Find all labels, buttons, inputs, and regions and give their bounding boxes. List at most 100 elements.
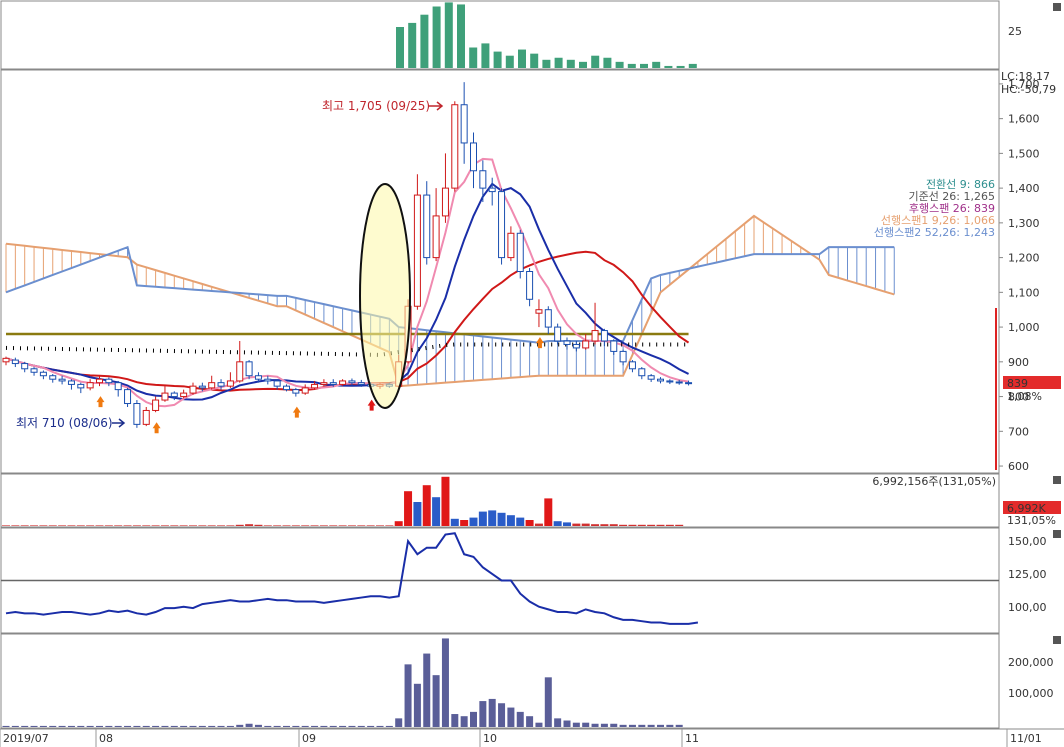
candle-body <box>628 361 636 370</box>
candle-body <box>283 385 290 391</box>
panel-frames <box>0 0 1064 730</box>
volume-bar <box>647 524 656 526</box>
candle-body <box>563 340 571 345</box>
bottom-bar <box>133 725 141 727</box>
osc-tick-label: 125,00 <box>1008 568 1047 581</box>
top-bar <box>615 61 624 68</box>
bottom-bar <box>582 722 590 727</box>
bottom-bar <box>208 725 216 727</box>
top-bar <box>432 6 441 68</box>
bottom-bar <box>245 723 253 727</box>
volume-bar <box>357 525 366 526</box>
volume-bar <box>404 491 413 526</box>
volume-bar <box>198 525 207 526</box>
price-tick-label: 1,300 <box>1008 217 1040 230</box>
low-annotation: 최저 710 (08/06) <box>16 416 113 430</box>
bottom-bar <box>236 724 244 727</box>
bottom-bar <box>114 725 122 727</box>
hc-label: HC:-50,79 <box>1001 83 1056 96</box>
bottom-tick-label: 100,000 <box>1008 687 1054 700</box>
bottom-bar <box>666 724 674 727</box>
leading-span-2 <box>5 245 895 344</box>
bottom-bar <box>376 725 384 727</box>
volume-bar <box>488 510 497 526</box>
date-label: 11/01 <box>1010 732 1042 745</box>
bottom-bar <box>2 725 10 727</box>
candle-body <box>142 409 150 425</box>
candle-body <box>311 383 319 389</box>
candle-body <box>339 380 347 385</box>
bottom-bar <box>49 725 57 727</box>
candle-body <box>441 187 449 217</box>
candle-body <box>357 382 365 385</box>
volume-bar <box>609 524 618 526</box>
bottom-bar <box>264 725 272 727</box>
bottom-bar <box>311 725 319 727</box>
volume-bar <box>432 497 441 526</box>
volume-bar <box>656 524 665 526</box>
bottom-bar <box>320 725 328 727</box>
volume-pct: 131,05% <box>1007 514 1056 527</box>
volume-bar <box>460 520 469 526</box>
volume-bar <box>226 525 235 526</box>
volume-bar <box>123 525 132 526</box>
candle-body <box>647 375 655 380</box>
volume-bar <box>478 511 487 526</box>
candle-body <box>470 142 477 172</box>
price-tick-label: 1,100 <box>1008 286 1040 299</box>
volume-bar <box>553 521 562 526</box>
buy-arrow-icon <box>152 422 161 434</box>
candle-body <box>685 382 693 385</box>
volume-summary: 6,992,156주(131,05%) <box>872 475 996 488</box>
candle-body <box>544 309 552 328</box>
top-bar <box>420 14 429 68</box>
bottom-bar <box>152 725 160 727</box>
volume-bar <box>142 525 151 526</box>
volume-bar <box>207 525 216 526</box>
price-badge-pct: 1,08% <box>1007 390 1042 403</box>
candle-body <box>657 378 664 382</box>
candle-body <box>2 357 10 363</box>
volume-bar <box>376 525 384 526</box>
date-axis: 2019/07 08 09 10 11 11/01 <box>0 729 1042 747</box>
volume-bar <box>310 525 319 526</box>
bottom-bar <box>544 677 552 727</box>
top-bar <box>627 63 636 68</box>
bottom-bar <box>591 723 599 727</box>
candle-body <box>329 382 337 385</box>
volume-bar <box>11 525 20 526</box>
oscillator-line <box>1 532 999 625</box>
volume-bar <box>422 485 431 526</box>
volume-bar <box>76 525 85 526</box>
top-histogram <box>396 2 697 68</box>
candle-body <box>170 392 178 398</box>
osc-tick-label: 100,00 <box>1008 601 1047 614</box>
bottom-bar <box>189 725 197 727</box>
bottom-bar <box>638 724 646 727</box>
bottom-tick-label: 200,000 <box>1008 656 1054 669</box>
volume-bar <box>534 523 543 526</box>
candle-body <box>208 382 216 389</box>
candle-body <box>49 375 57 380</box>
close-icon <box>1053 530 1061 538</box>
bottom-bar <box>348 725 356 727</box>
volume-bar <box>217 525 226 526</box>
volume-bar <box>86 525 95 526</box>
bottom-bar <box>105 725 113 727</box>
lc-label: LC:18,17 <box>1001 70 1050 83</box>
date-label: 09 <box>302 732 316 745</box>
candle-body <box>516 232 524 273</box>
stock-chart[interactable]: 1,7001,6001,5001,4001,3001,2001,1001,000… <box>0 0 1064 747</box>
price-tick-label: 1,500 <box>1008 147 1040 160</box>
bottom-bar <box>554 718 562 727</box>
volume-bar <box>619 524 628 526</box>
panel-close-icons[interactable] <box>1053 3 1061 644</box>
candle-body <box>133 403 141 425</box>
volume-bar <box>563 522 571 526</box>
volume-bar <box>95 525 104 526</box>
top-bar <box>664 65 673 68</box>
bottom-bar <box>432 675 440 727</box>
price-tick-label: 1,600 <box>1008 113 1040 126</box>
top-bar <box>554 57 563 68</box>
candle-body <box>675 381 683 384</box>
